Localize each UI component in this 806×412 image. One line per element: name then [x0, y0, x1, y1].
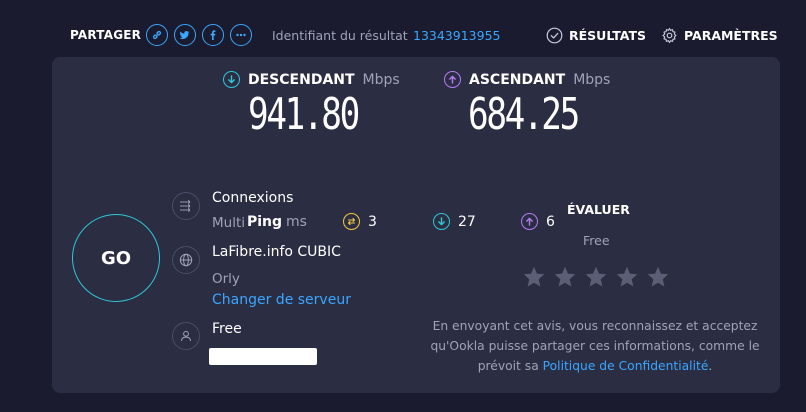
privacy-policy-link[interactable]: Politique de Confidentialité [543, 359, 709, 373]
star-icon[interactable] [522, 265, 546, 289]
idle-latency-icon [343, 213, 360, 230]
gear-icon [661, 27, 678, 44]
star-icon[interactable] [584, 265, 608, 289]
link-icon [152, 30, 162, 40]
redacted-ip-block [209, 348, 317, 365]
settings-nav-label: PARAMÈTRES [684, 28, 778, 43]
server-location: Orly [212, 271, 240, 287]
ping-download: 27 [433, 213, 476, 230]
result-id-link[interactable]: 13343913955 [413, 28, 500, 43]
connections-title: Connexions [212, 190, 294, 206]
ping-idle: 3 [343, 213, 377, 230]
ping-idle-value: 3 [368, 213, 377, 230]
result-id-label: Identifiant du résultat [272, 28, 408, 43]
ping-unit: ms [286, 214, 307, 230]
results-nav-label: RÉSULTATS [569, 28, 647, 43]
star-icon[interactable] [615, 265, 639, 289]
result-panel: DESCENDANT Mbps 941.80 ASCENDANT Mbps 68… [52, 57, 780, 393]
change-server-link[interactable]: Changer de serveur [212, 292, 351, 308]
ping-label: Ping [247, 214, 283, 230]
star-icon[interactable] [553, 265, 577, 289]
upload-unit: Mbps [573, 71, 611, 88]
consent-end: . [708, 359, 713, 373]
upload-label: ASCENDANT [469, 71, 566, 88]
download-header: DESCENDANT Mbps [223, 71, 400, 88]
rate-provider: Free [583, 233, 610, 248]
go-button[interactable]: GO [72, 214, 160, 302]
globe-icon [172, 246, 200, 274]
star-rating [522, 265, 670, 289]
ping-download-value: 27 [458, 213, 476, 230]
go-label: GO [100, 247, 132, 269]
upload-header: ASCENDANT Mbps [444, 71, 610, 88]
settings-nav-button[interactable]: PARAMÈTRES [661, 27, 778, 44]
connections-icon [172, 192, 200, 220]
top-bar: PARTAGER Identifiant du résultat 1334391… [0, 0, 806, 56]
download-value: 941.80 [248, 89, 360, 140]
rate-title: ÉVALUER [567, 202, 630, 217]
twitter-icon [179, 31, 190, 40]
share-link-button[interactable] [146, 24, 168, 46]
share-facebook-button[interactable] [202, 24, 224, 46]
download-label: DESCENDANT [248, 71, 355, 88]
ping-upload-value: 6 [546, 213, 555, 230]
checkmark-circle-icon [546, 27, 563, 44]
consent-text: En envoyant cet avis, vous reconnaissez … [428, 316, 762, 376]
share-more-button[interactable] [230, 24, 252, 46]
share-twitter-button[interactable] [174, 24, 196, 46]
more-icon [236, 33, 246, 37]
star-icon[interactable] [646, 265, 670, 289]
upload-latency-icon [521, 213, 538, 230]
facebook-icon [210, 30, 216, 40]
upload-arrow-icon [444, 71, 461, 88]
user-icon [172, 322, 200, 350]
connections-value: Multi [212, 215, 245, 231]
server-name: LaFibre.info CUBIC [212, 244, 341, 260]
download-unit: Mbps [362, 71, 400, 88]
ping-upload: 6 [521, 213, 555, 230]
download-arrow-icon [223, 71, 240, 88]
download-latency-icon [433, 213, 450, 230]
upload-value: 684.25 [468, 89, 580, 140]
share-label: PARTAGER [70, 28, 142, 42]
results-nav-button[interactable]: RÉSULTATS [546, 27, 646, 44]
provider-name: Free [212, 321, 242, 337]
